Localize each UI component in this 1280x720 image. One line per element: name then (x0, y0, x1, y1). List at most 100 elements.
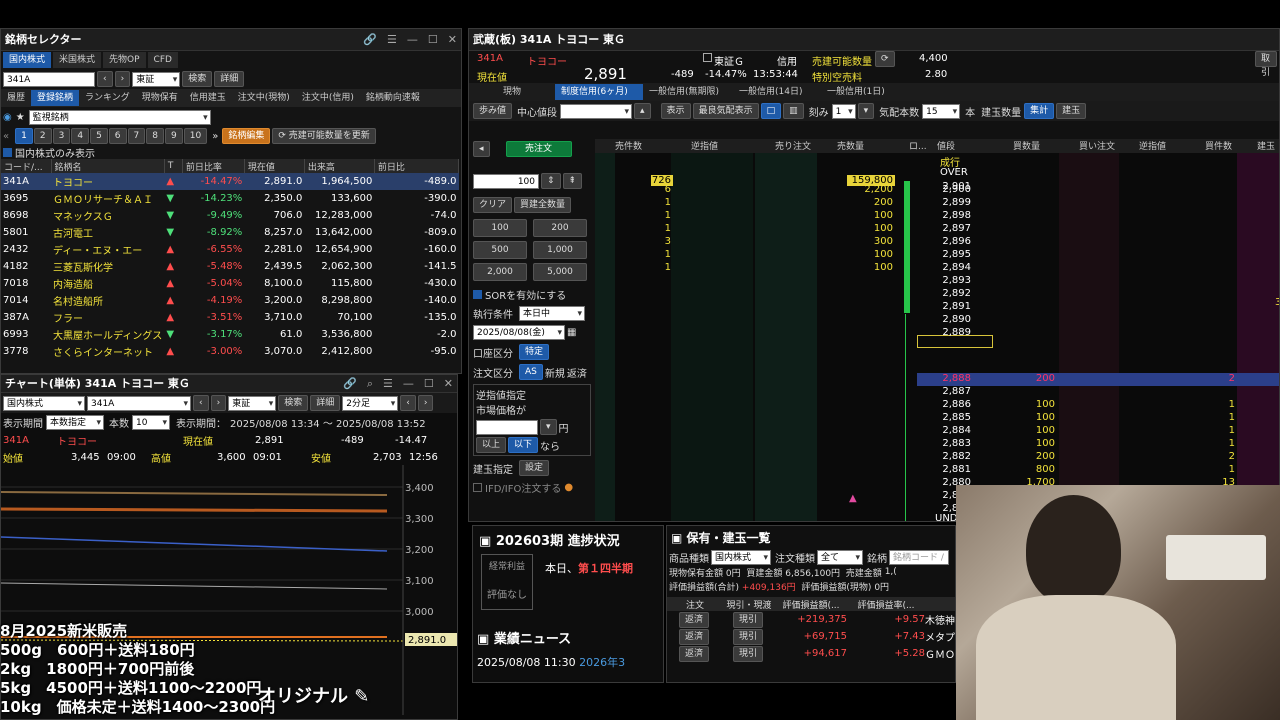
book-header-cell[interactable]: 建玉 (1257, 139, 1275, 152)
subtab-ranking[interactable]: ランキング (79, 90, 136, 106)
shukei-button[interactable]: 集計 (1024, 103, 1055, 119)
detail-button[interactable]: 詳細 (214, 71, 245, 87)
tategyoku-button[interactable]: 建玉 (1056, 103, 1087, 119)
code-input[interactable]: 341A (3, 71, 95, 87)
watchlist-row[interactable]: 2432 ディー・エヌ・エー ▲ -6.55% 2,281.0 12,654,900 -16… (1, 241, 459, 258)
book-header-cell[interactable]: 値段 (937, 139, 955, 152)
chart-detail-button[interactable]: 詳細 (310, 395, 341, 411)
holdings-action-button[interactable]: 返済 (678, 645, 709, 662)
book-header-cell[interactable]: 買数量 (1013, 139, 1040, 152)
watchlist-row[interactable]: 5801 古河電工 ▼ -8.92% 8,257.0 13,642,000 -809.0 (1, 224, 459, 241)
watchlist-row[interactable]: 4182 三菱瓦斯化学 ▲ -5.48% 2,439.5 2,062,300 -141.5 (1, 258, 459, 275)
book-header-cell[interactable]: 逆指値 (1139, 139, 1166, 152)
chart-scroll-left[interactable]: ‹ (400, 395, 416, 411)
domestic-only-checkbox[interactable] (3, 147, 12, 157)
board-checkbox[interactable] (703, 53, 712, 62)
page-button[interactable]: 5 (90, 128, 108, 144)
qty-preset-button[interactable]: 200 (533, 219, 587, 237)
center-select[interactable] (560, 103, 633, 120)
kizami-spin[interactable]: ▾ (857, 103, 875, 119)
book-header-cell[interactable]: 売数量 (837, 139, 864, 152)
tab-us[interactable]: 米国株式 (53, 52, 102, 68)
chart-close-icon[interactable]: ✕ (444, 375, 453, 393)
book-header-cell[interactable]: 逆指値 (691, 139, 718, 152)
date-select[interactable]: 2025/08/08(金) (473, 325, 565, 341)
col-price[interactable]: 現在値 (244, 159, 305, 173)
watchlist-row[interactable]: 6993 大黒屋ホールディングス ▼ -3.17% 61.0 3,536,800 -2.0 (1, 326, 459, 343)
ret-label[interactable]: 返済 (567, 365, 587, 380)
holdings-action-button[interactable]: 現引 (732, 611, 763, 628)
prev-button[interactable]: ‹ (97, 71, 113, 87)
book-header-cell[interactable]: 売件数 (615, 139, 642, 152)
book-header-cell[interactable]: 売り注文 (775, 139, 811, 152)
qty-step[interactable]: ⇞ (562, 173, 583, 189)
col-name[interactable]: 銘柄名 (51, 159, 165, 173)
kizami-select[interactable]: 1 (831, 103, 856, 120)
holdings-row[interactable]: 返済 現引 +69,715 +7.43 メタプ (667, 628, 955, 645)
ifd-checkbox[interactable] (473, 483, 482, 492)
page-button[interactable]: 1 (15, 128, 33, 144)
sor-checkbox[interactable] (473, 290, 482, 299)
calendar-icon[interactable]: ▦ (567, 327, 576, 338)
layout-1-button[interactable]: □ (760, 103, 782, 119)
order-book[interactable]: 売件数 逆指値 売り注文 売数量 ロ... 値段 買数量 買い注文 逆指値 買件数 建玉 成行 OV… (595, 139, 1279, 521)
type-select[interactable]: 国内株式 (711, 549, 771, 566)
hcol-eval[interactable]: 評価損益額(... (775, 597, 847, 611)
watchlist-row[interactable]: 3695 ＧＭＯリサーチ＆ＡＩ ▼ -14.23% 2,350.0 133,600 -390… (1, 190, 459, 207)
tab-ippan-14[interactable]: 一般信用(14日) (733, 84, 821, 100)
all-qty-button[interactable]: 買建全数量 (514, 197, 572, 213)
col-pct[interactable]: 前日比率 (182, 159, 245, 173)
holdings-action-button[interactable]: 現引 (732, 645, 763, 662)
page-button[interactable]: 10 (183, 128, 208, 144)
acct-button[interactable]: 特定 (519, 344, 550, 360)
qty-input[interactable]: 100 (473, 173, 539, 189)
watchlist-row[interactable]: 3778 さくらインターネット ▲ -3.00% 3,070.0 2,412,800 -95… (1, 343, 459, 360)
holdings-action-button[interactable]: 現引 (732, 628, 763, 645)
center-up-button[interactable]: ▴ (634, 103, 651, 119)
holdings-row[interactable]: 返済 現引 +94,617 +5.28 ＧＭＯ (667, 645, 955, 662)
hcol-name[interactable] (925, 597, 955, 611)
tab-ippan-1[interactable]: 一般信用(1日) (821, 84, 909, 100)
qty-spin[interactable]: ⇕ (541, 173, 561, 189)
next-button[interactable]: › (114, 71, 131, 87)
reverse-spin[interactable]: ▾ (540, 419, 557, 435)
chart-market-select[interactable]: 東証 (228, 395, 277, 412)
sell-order-button[interactable]: 売注文 (505, 141, 572, 157)
page-button[interactable]: 9 (165, 128, 183, 144)
chart-link-icon[interactable]: 🔗 (343, 375, 357, 393)
trade-button[interactable]: 取引 (1255, 51, 1277, 78)
hcol-order[interactable]: 注文 (667, 597, 723, 611)
ord-type-select[interactable]: 全て (817, 549, 863, 566)
chart-minimize-icon[interactable]: — (403, 375, 414, 393)
setting-button[interactable]: 設定 (519, 460, 550, 476)
market-select[interactable]: 東証 (132, 71, 181, 88)
chart-search-icon[interactable]: ⌕ (367, 375, 373, 393)
new-label[interactable]: 新規 (545, 365, 565, 380)
page-button[interactable]: 2 (33, 128, 52, 144)
above-button[interactable]: 以上 (476, 437, 507, 453)
tab-futures[interactable]: 先物OP (103, 52, 146, 68)
tab-cfd[interactable]: CFD (147, 52, 178, 68)
globe-icon[interactable]: ◉ (3, 112, 12, 123)
tab-ippan-mukigen[interactable]: 一般信用(無期限) (643, 84, 733, 100)
subtab-orders-cash[interactable]: 注文中(現物) (232, 90, 296, 106)
chart-menu-icon[interactable]: ☰ (383, 375, 393, 393)
col-t[interactable]: T (164, 159, 183, 173)
show-button[interactable]: 表示 (660, 103, 691, 119)
subtab-news[interactable]: 銘柄動向速報 (360, 90, 426, 106)
reverse-price-input[interactable] (476, 419, 538, 435)
news-row[interactable]: 2025/08/08 11:30 2026年3 (477, 654, 625, 670)
star-icon[interactable]: ★ (16, 112, 25, 123)
hcol-eval-rate[interactable]: 評価損益率(... (847, 597, 925, 611)
count-select[interactable]: 10 (132, 414, 170, 431)
best-quote-button[interactable]: 最良気配表示 (692, 103, 759, 119)
link-icon[interactable]: 🔗 (363, 29, 377, 51)
close-icon[interactable]: ✕ (448, 29, 457, 51)
chart-code-select[interactable]: 341A (87, 395, 191, 412)
cond-select[interactable]: 本日中 (519, 306, 585, 322)
chart-prev-button[interactable]: ‹ (193, 395, 209, 411)
tab-genbutsu[interactable]: 現物 (469, 84, 555, 100)
menu-icon[interactable]: ☰ (387, 29, 397, 51)
book-header-cell[interactable]: 買件数 (1205, 139, 1232, 152)
tab-seido[interactable]: 制度信用(6ヶ月) (555, 84, 643, 100)
